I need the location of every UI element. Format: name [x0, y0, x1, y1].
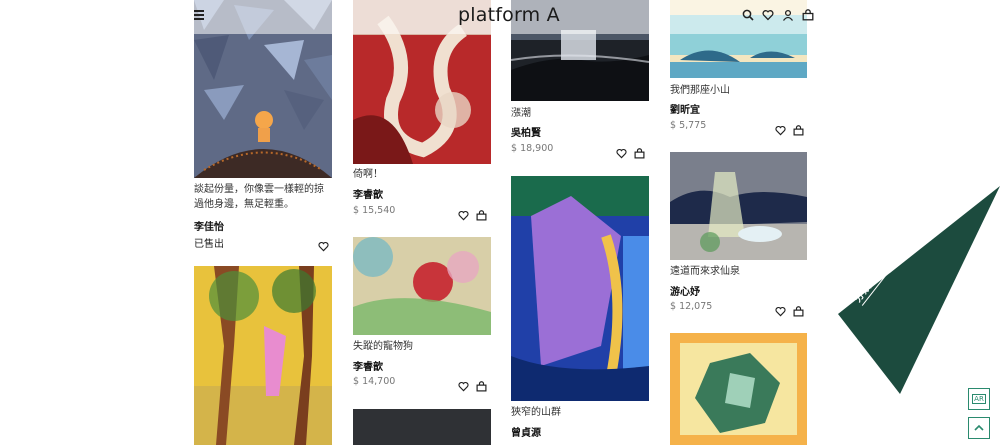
card-price-3: $ 14,700: [353, 376, 396, 387]
card-title-7[interactable]: 遠道而來求仙泉: [670, 264, 740, 279]
artwork-image-9[interactable]: [670, 152, 807, 260]
card-artist-1[interactable]: 李佳怡: [194, 218, 224, 233]
card-actions-1: [318, 237, 329, 252]
card-artist-2[interactable]: 李睿歆: [353, 186, 383, 201]
heart-icon[interactable]: [458, 206, 469, 221]
ar-icon: AR: [972, 394, 986, 404]
card-price-4: $ 18,900: [511, 143, 554, 154]
heart-icon[interactable]: [762, 9, 774, 21]
card-title-5[interactable]: 狹窄的山群: [511, 405, 561, 420]
card-artist-4[interactable]: 吳柏賢: [511, 124, 541, 139]
artwork-image-7[interactable]: [511, 176, 649, 401]
card-artist-6[interactable]: 劉昕宜: [670, 101, 700, 116]
card-price-7: $ 12,075: [670, 301, 713, 312]
card-title-1[interactable]: 談起份量，你像雲一樣輕的掠過他身邊，無足輕重。: [194, 182, 332, 212]
card-actions-7: [775, 302, 804, 317]
search-icon[interactable]: [742, 9, 754, 21]
sold-status: 已售出: [194, 239, 224, 250]
card-title-4[interactable]: 漲潮: [511, 106, 531, 121]
artwork-image-4[interactable]: [353, 237, 491, 335]
card-artist-5[interactable]: 曾貞源: [511, 424, 541, 439]
artwork-image-10[interactable]: [670, 333, 807, 445]
artwork-image-5[interactable]: [353, 409, 491, 445]
cart-icon[interactable]: [476, 206, 487, 221]
chevron-up-icon: [974, 424, 984, 431]
heart-icon[interactable]: [775, 121, 786, 136]
card-actions-6: [775, 121, 804, 136]
card-actions-3: [458, 377, 487, 392]
cart-icon[interactable]: [802, 9, 814, 21]
heart-icon[interactable]: [458, 377, 469, 392]
heart-icon[interactable]: [318, 237, 329, 252]
cart-icon[interactable]: [634, 144, 645, 159]
card-actions-4: [616, 144, 645, 159]
card-artist-3[interactable]: 李睿歆: [353, 358, 383, 373]
scroll-top-button[interactable]: [968, 417, 990, 439]
card-actions-2: [458, 206, 487, 221]
card-artist-7[interactable]: 游心妤: [670, 283, 700, 298]
site-header: platform A: [0, 0, 1000, 34]
heart-icon[interactable]: [775, 302, 786, 317]
cart-icon[interactable]: [793, 121, 804, 136]
menu-icon[interactable]: [194, 10, 204, 20]
artwork-image-2[interactable]: [194, 266, 332, 445]
card-title-3[interactable]: 失蹤的寵物狗: [353, 339, 413, 354]
card-price-2: $ 15,540: [353, 205, 396, 216]
card-title-2[interactable]: 倚啊！: [353, 167, 383, 182]
ar-button[interactable]: AR: [968, 388, 990, 410]
user-icon[interactable]: [782, 9, 794, 21]
cart-icon[interactable]: [793, 302, 804, 317]
cart-icon[interactable]: [476, 377, 487, 392]
site-logo[interactable]: platform A: [458, 4, 560, 26]
header-actions: [742, 9, 814, 21]
heart-icon[interactable]: [616, 144, 627, 159]
card-title-6[interactable]: 我們那座小山: [670, 83, 730, 98]
card-price-6: $ 5,775: [670, 120, 707, 131]
